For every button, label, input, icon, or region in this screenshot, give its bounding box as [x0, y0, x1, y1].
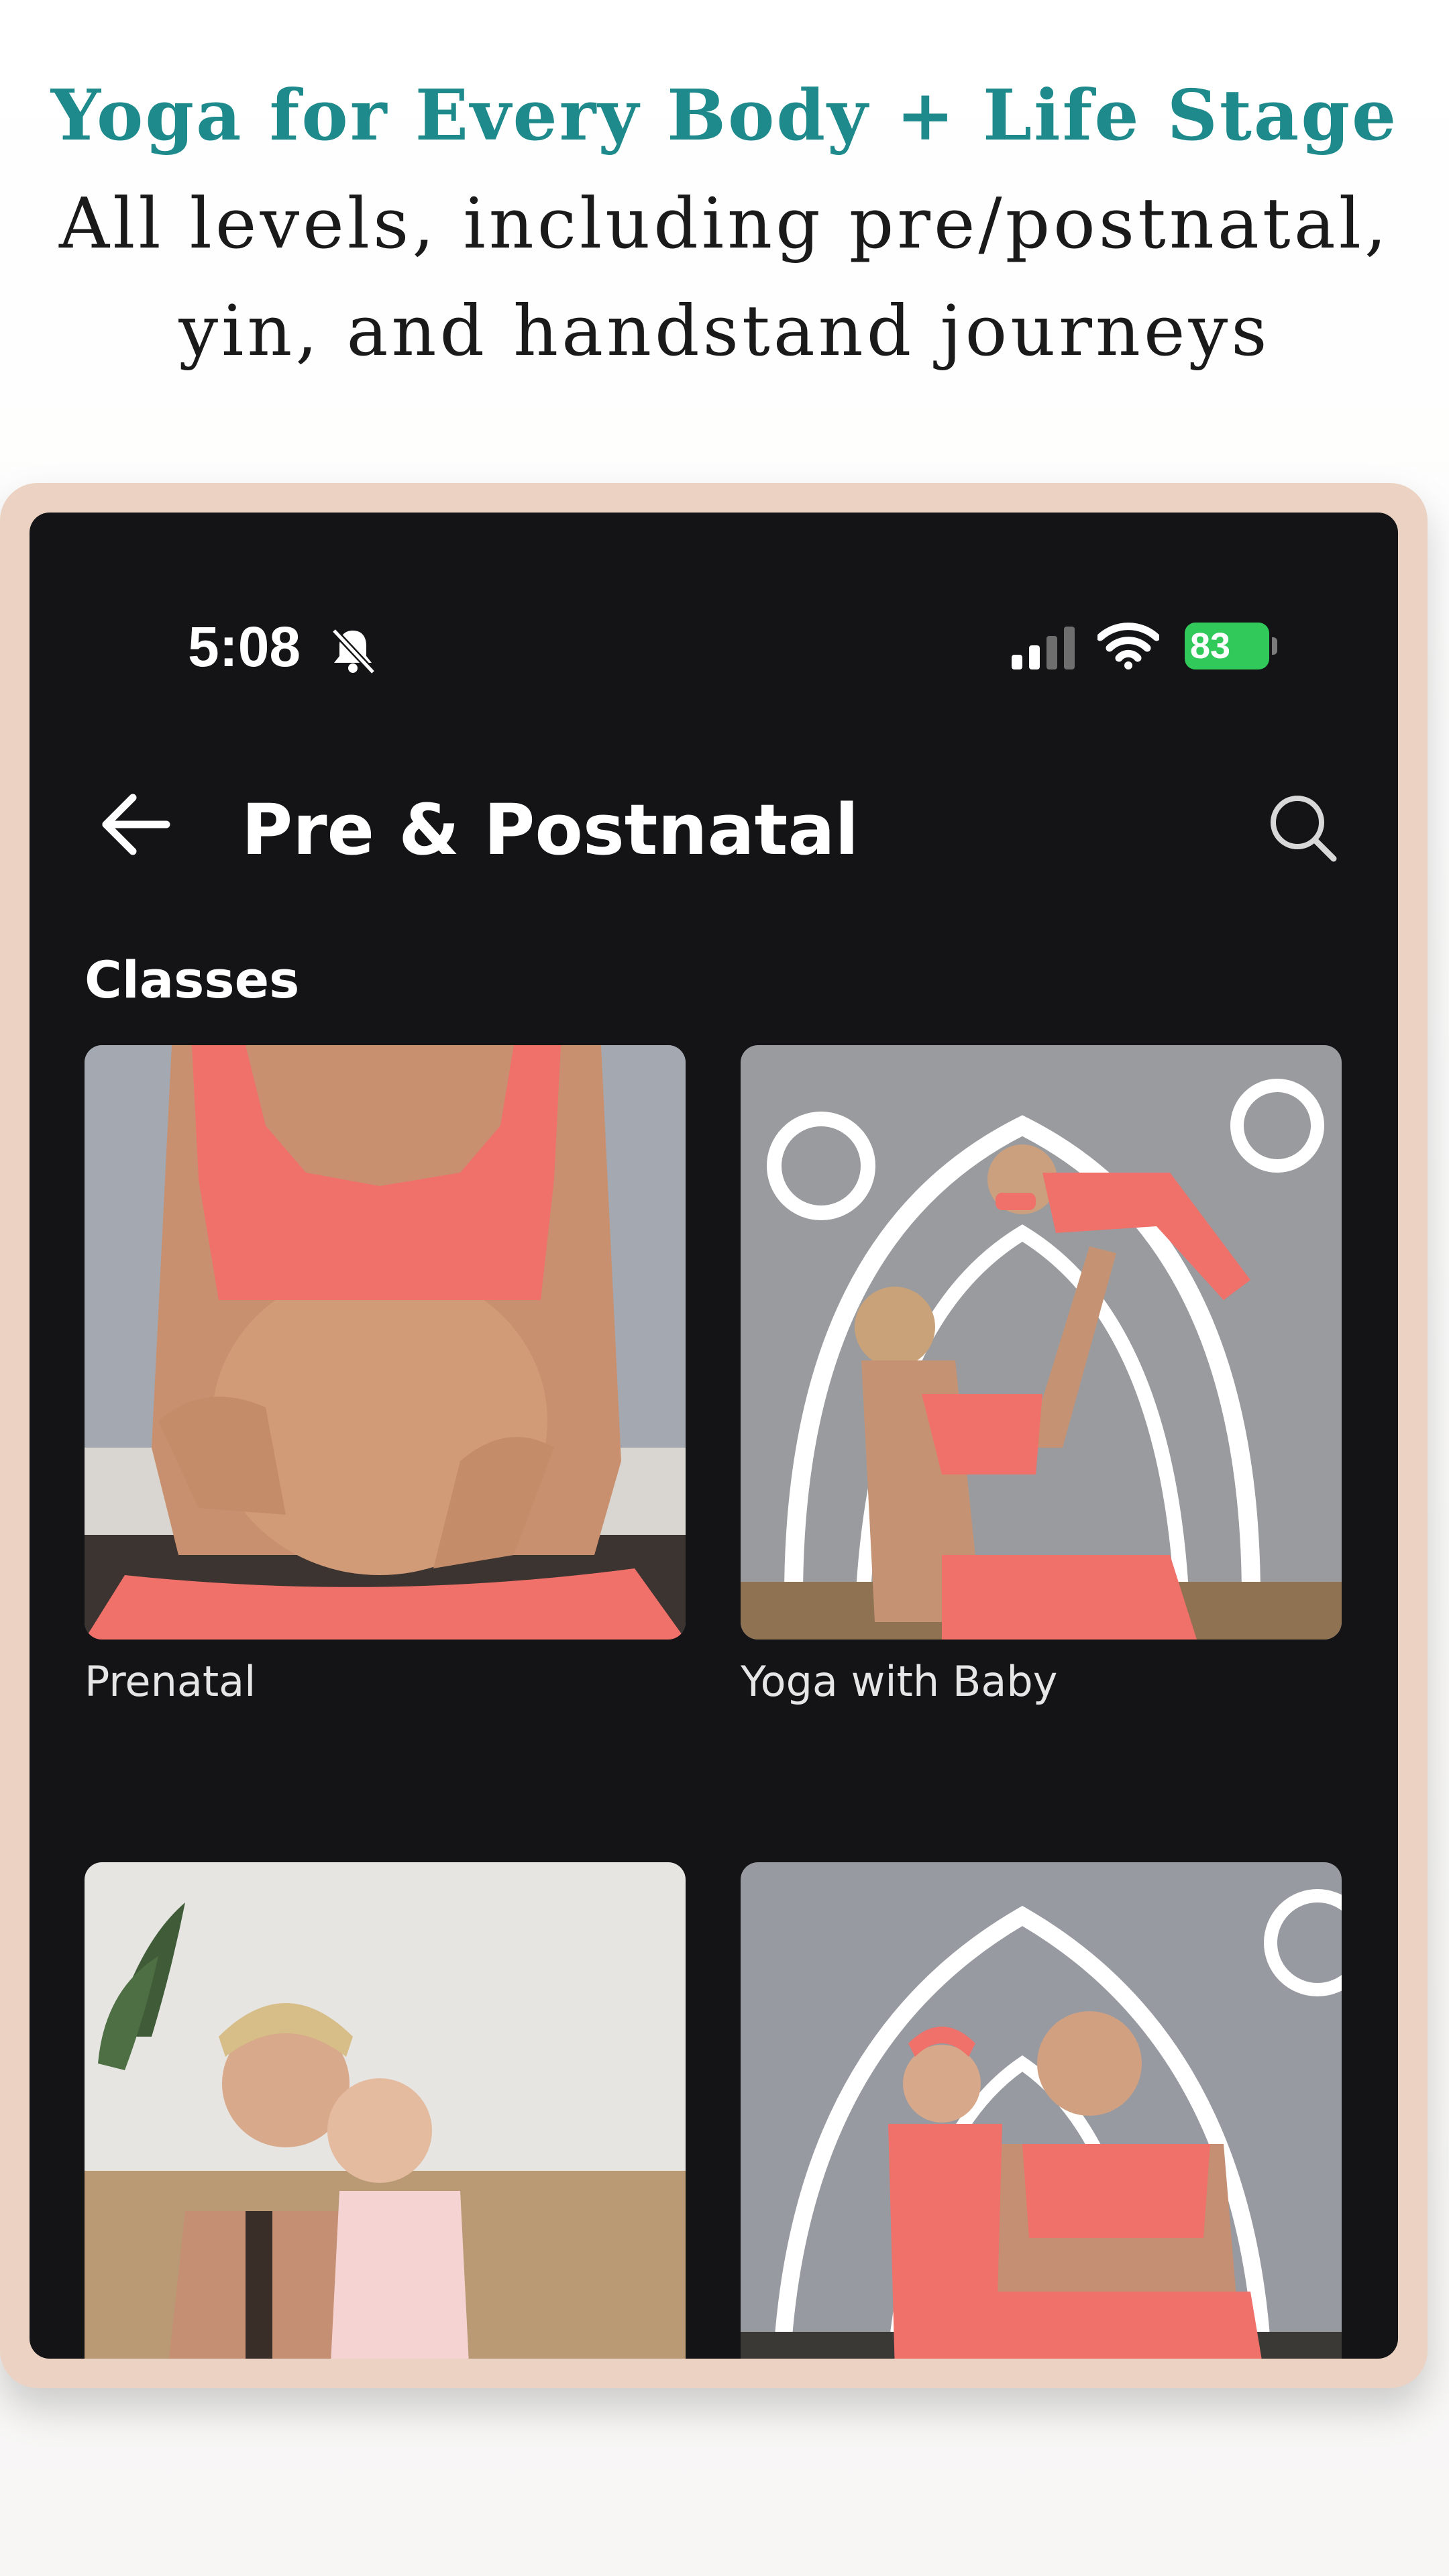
search-icon[interactable]: [1265, 790, 1339, 864]
status-time: 5:08: [188, 615, 301, 678]
bell-slash-icon: [331, 628, 376, 675]
page-title: Pre & Postnatal: [241, 789, 859, 871]
headline: Yoga for Every Body + Life Stage: [50, 74, 1399, 156]
subline-1: All levels, including pre/postnatal,: [58, 182, 1391, 264]
yoga-with-baby-thumbnail: [741, 1045, 1342, 1640]
class-thumbnail-4: [741, 1862, 1342, 2359]
wifi-icon: [1097, 623, 1159, 669]
class-thumbnail-3: [85, 1862, 686, 2359]
battery-icon: 83: [1185, 623, 1269, 669]
phone-frame: 5:08 83 Pre & Postnatal Classes Prenatal…: [0, 483, 1428, 2388]
class-tile-4[interactable]: [741, 1862, 1342, 2359]
battery-tip: [1272, 637, 1277, 655]
class-tile-prenatal[interactable]: [85, 1045, 686, 1640]
section-title: Classes: [85, 950, 300, 1010]
back-arrow-icon[interactable]: [99, 788, 173, 861]
signal-icon: [1012, 627, 1075, 669]
subline-2: yin, and handstand journeys: [178, 290, 1271, 372]
prenatal-thumbnail: [85, 1045, 686, 1640]
class-label-prenatal[interactable]: Prenatal: [85, 1657, 256, 1706]
class-tile-3[interactable]: [85, 1862, 686, 2359]
class-tile-yoga-with-baby[interactable]: [741, 1045, 1342, 1640]
class-label-yoga-with-baby[interactable]: Yoga with Baby: [741, 1657, 1057, 1706]
app-screen: 5:08 83 Pre & Postnatal Classes Prenatal…: [30, 513, 1398, 2359]
